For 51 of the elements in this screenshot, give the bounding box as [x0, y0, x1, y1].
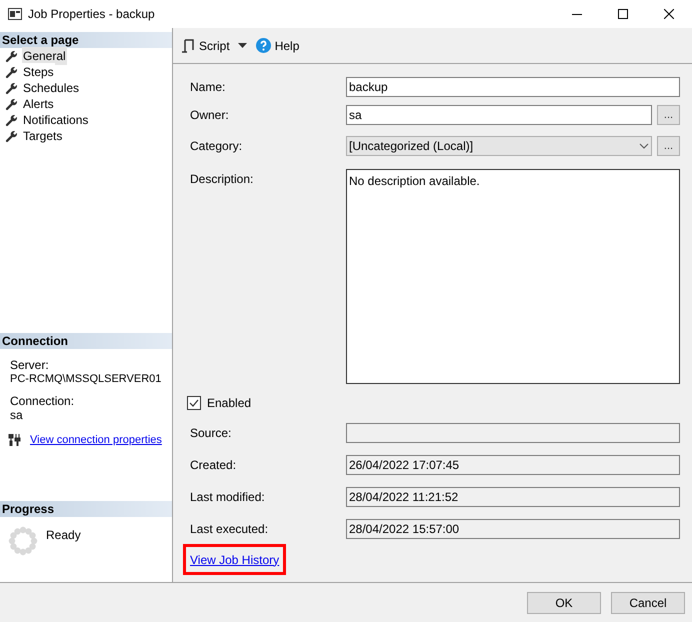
spinner-icon: [8, 526, 38, 556]
progress-status: Ready: [46, 527, 81, 544]
connection-properties-link[interactable]: View connection properties: [30, 432, 162, 448]
field-label: Description:: [190, 171, 254, 188]
connection-user: sa: [10, 408, 24, 422]
field-label: Last executed:: [190, 521, 270, 538]
category-dropdown[interactable]: [Uncategorized (Local)]: [346, 136, 652, 156]
browse-button[interactable]: ...: [657, 105, 680, 125]
section-header: Progress: [0, 501, 172, 517]
connection-label: Connection:: [10, 394, 76, 408]
server-name: PC-RCMQ\MSSQLSERVER01: [10, 372, 162, 386]
page-item[interactable]: General: [22, 47, 67, 65]
wrench-icon: [5, 114, 18, 126]
wrench-icon: [5, 98, 18, 110]
readonly-field: 26/04/2022 17:07:45: [346, 455, 680, 475]
enabled-label: Enabled: [207, 395, 252, 412]
plug-icon: [8, 434, 22, 446]
enabled-checkbox[interactable]: [187, 396, 201, 410]
dialog-button[interactable]: Cancel: [611, 592, 685, 614]
help-icon: [256, 38, 271, 53]
close-icon: [664, 9, 674, 19]
description-field[interactable]: No description available.: [346, 169, 680, 384]
field-label: Name:: [190, 79, 226, 96]
text-field[interactable]: backup: [346, 77, 680, 97]
field-label: Owner:: [190, 107, 230, 124]
text-field[interactable]: sa: [346, 105, 652, 125]
maximize-icon: [618, 9, 628, 19]
dialog-button[interactable]: OK: [527, 592, 601, 614]
dropdown-caret-icon[interactable]: [238, 43, 247, 48]
window-icon: [8, 8, 22, 20]
browse-button[interactable]: ...: [657, 136, 680, 156]
script-button[interactable]: Script: [182, 36, 230, 54]
script-icon: [182, 38, 194, 52]
window-title: Job Properties - backup: [28, 6, 155, 23]
section-header: Connection: [0, 333, 172, 349]
field-label: Last modified:: [190, 489, 266, 506]
server-label: Server:: [10, 358, 50, 372]
readonly-field: 28/04/2022 15:57:00: [346, 519, 680, 539]
job-history-link[interactable]: View Job History: [190, 550, 280, 568]
wrench-icon: [5, 82, 18, 94]
wrench-icon: [5, 66, 18, 78]
checkmark-icon: [189, 399, 199, 407]
wrench-icon: [5, 50, 18, 62]
readonly-field: 28/04/2022 11:21:52: [346, 487, 680, 507]
section-header: Select a page: [0, 32, 172, 48]
help-button[interactable]: Help: [256, 36, 300, 54]
field-label: Source:: [190, 425, 232, 442]
wrench-icon: [5, 130, 18, 142]
field-label: Category:: [190, 138, 244, 155]
field-label: Created:: [190, 457, 238, 474]
chevron-down-icon: [639, 143, 649, 149]
